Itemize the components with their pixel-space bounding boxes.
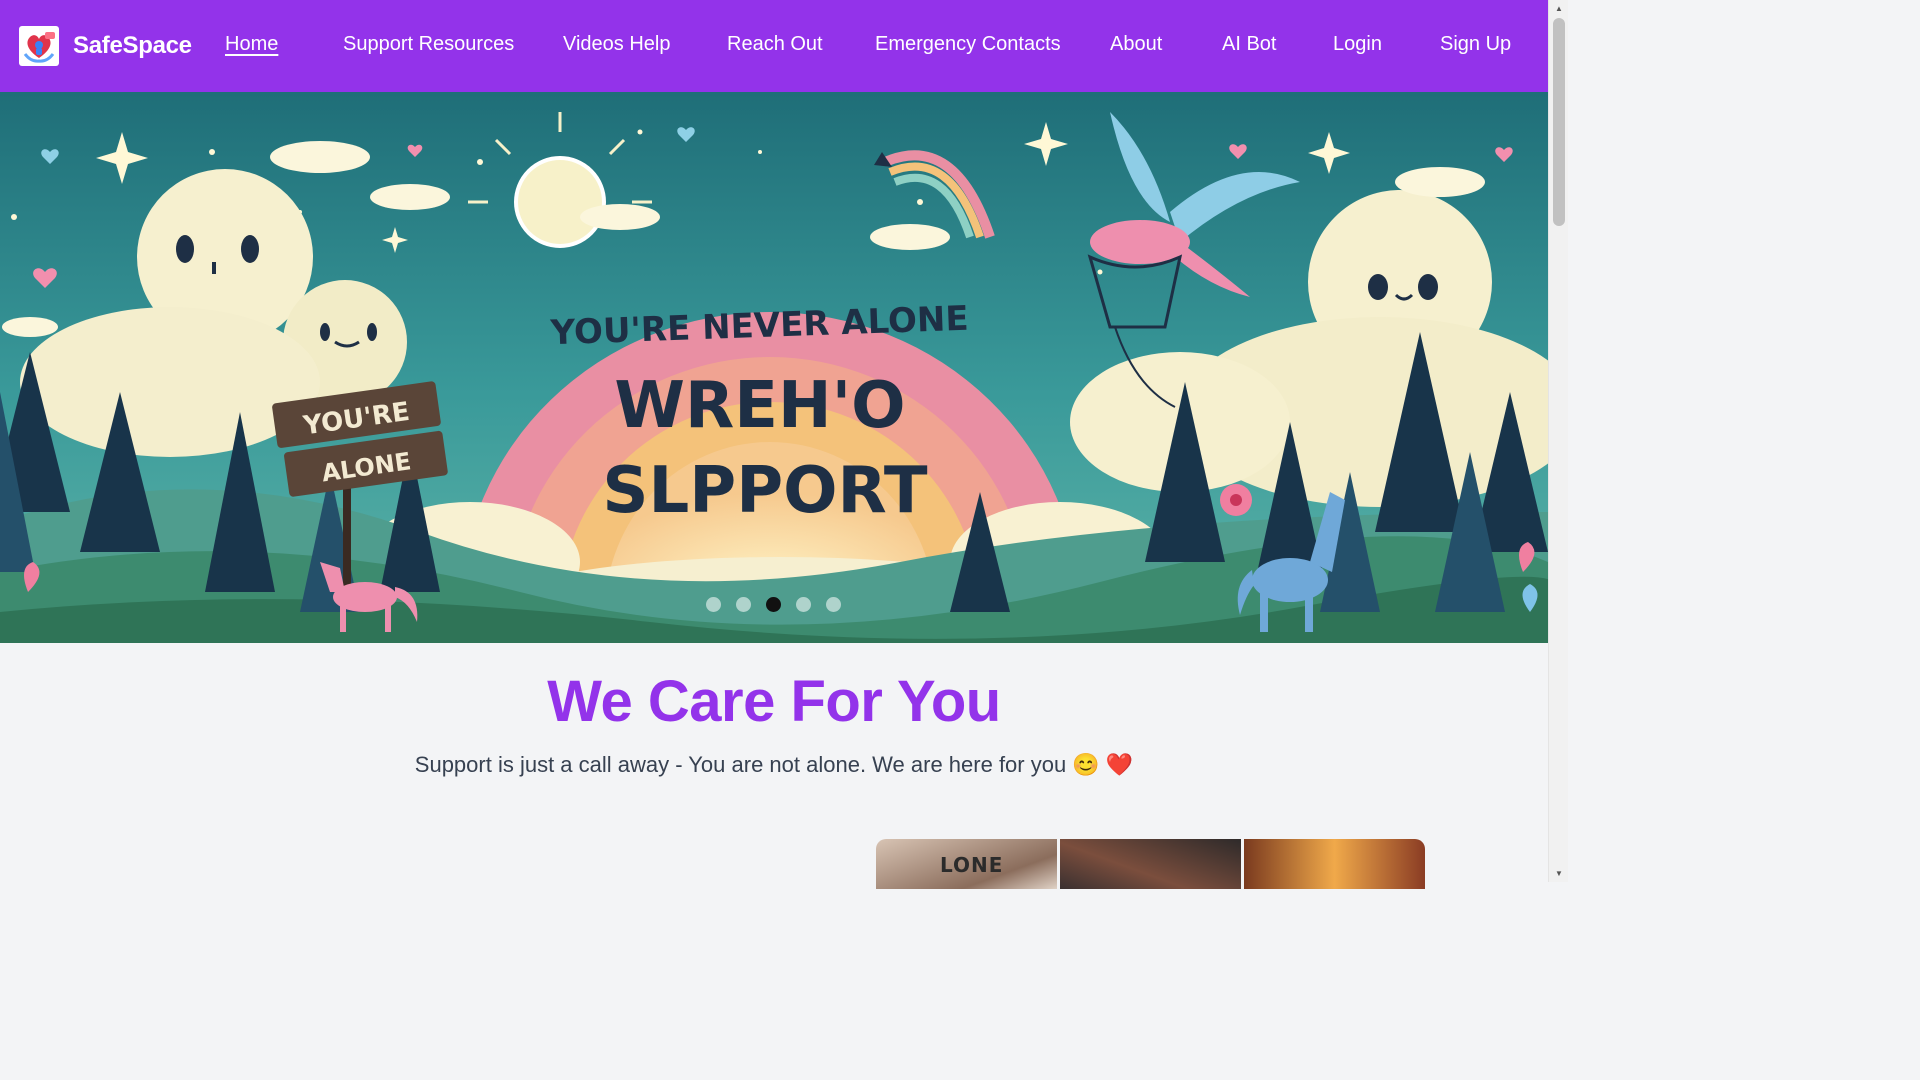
nav-about[interactable]: About [1110,33,1162,56]
gallery-image-1[interactable]: LONE [876,839,1057,889]
top-navbar: SafeSpace Home Support Resources Videos … [0,0,1548,92]
hero-banner-line-3: SLPPORT [602,454,928,528]
carousel-indicators [706,597,841,612]
heart-hands-logo-icon [19,26,59,66]
carousel-dot-1[interactable] [706,597,721,612]
nav-videos-help[interactable]: Videos Help [563,33,670,56]
carousel-dot-4[interactable] [796,597,811,612]
nav-sign-up[interactable]: Sign Up [1440,33,1511,56]
hero-illustration: YOU'RE NEVER ALONE WREH'O SLPPORT YOU'RE… [0,92,1548,643]
nav-support-resources[interactable]: Support Resources [343,33,514,56]
carousel-dot-2[interactable] [736,597,751,612]
scrollbar-thumb[interactable] [1553,18,1565,226]
care-subtitle: Support is just a call away - You are no… [414,752,1134,777]
scroll-down-arrow-icon[interactable]: ▼ [1549,865,1569,882]
carousel-dot-3[interactable] [766,597,781,612]
brand-link[interactable]: SafeSpace [19,26,192,66]
carousel-dot-5[interactable] [826,597,841,612]
nav-ai-bot[interactable]: AI Bot [1222,33,1276,56]
scroll-up-arrow-icon[interactable]: ▲ [1549,0,1569,17]
brand-name: SafeSpace [73,32,192,59]
nav-home[interactable]: Home [225,33,278,56]
nav-login[interactable]: Login [1333,33,1382,56]
gallery-image-1-text: LONE [940,853,1004,877]
gallery-image-3[interactable] [1244,839,1425,889]
hero-carousel[interactable]: YOU'RE NEVER ALONE WREH'O SLPPORT YOU'RE… [0,92,1548,643]
nav-reach-out[interactable]: Reach Out [727,33,823,56]
care-title: We Care For You [547,669,1001,734]
image-gallery: LONE [876,839,1425,889]
page-scrollbar[interactable]: ▲ ▼ [1548,0,1568,882]
nav-emergency-contacts[interactable]: Emergency Contacts [875,33,1061,56]
hero-banner-line-2: WREH'O [614,369,905,443]
gallery-image-2[interactable] [1060,839,1241,889]
